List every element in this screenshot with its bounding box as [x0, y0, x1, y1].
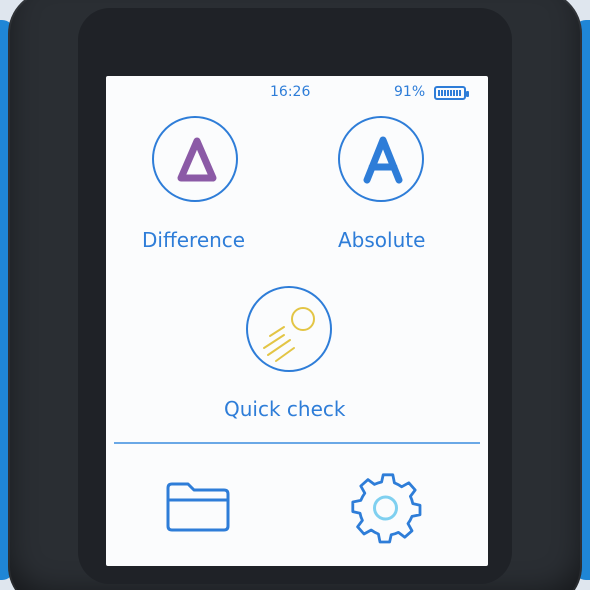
folder-icon — [166, 482, 230, 532]
quick-check-label: Quick check — [224, 397, 346, 421]
battery-fill — [438, 90, 462, 96]
quick-check-button[interactable]: Quick check — [224, 286, 382, 426]
absolute-button[interactable]: Absolute — [324, 116, 444, 256]
absolute-label: Absolute — [338, 228, 426, 252]
battery-percent: 91% — [394, 84, 426, 100]
settings-button[interactable] — [346, 466, 426, 546]
clock: 16:26 — [270, 84, 311, 100]
difference-label: Difference — [142, 228, 246, 252]
bottom-divider — [114, 442, 480, 444]
status-bar: 16:26 91% — [106, 76, 488, 106]
delta-icon — [177, 137, 217, 182]
quick-check-circle — [246, 286, 332, 372]
device-screen: 16:26 91% Difference Absolute Quick chec… — [106, 76, 488, 566]
quick-check-icon — [263, 307, 315, 362]
files-button[interactable] — [162, 476, 234, 536]
difference-button[interactable]: Difference — [138, 116, 258, 256]
difference-circle — [152, 116, 238, 202]
gear-icon — [351, 473, 422, 544]
letter-a-icon — [363, 136, 403, 184]
device-photo: 16:26 91% Difference Absolute Quick chec… — [0, 0, 590, 590]
battery-icon — [434, 86, 469, 100]
absolute-circle — [338, 116, 424, 202]
